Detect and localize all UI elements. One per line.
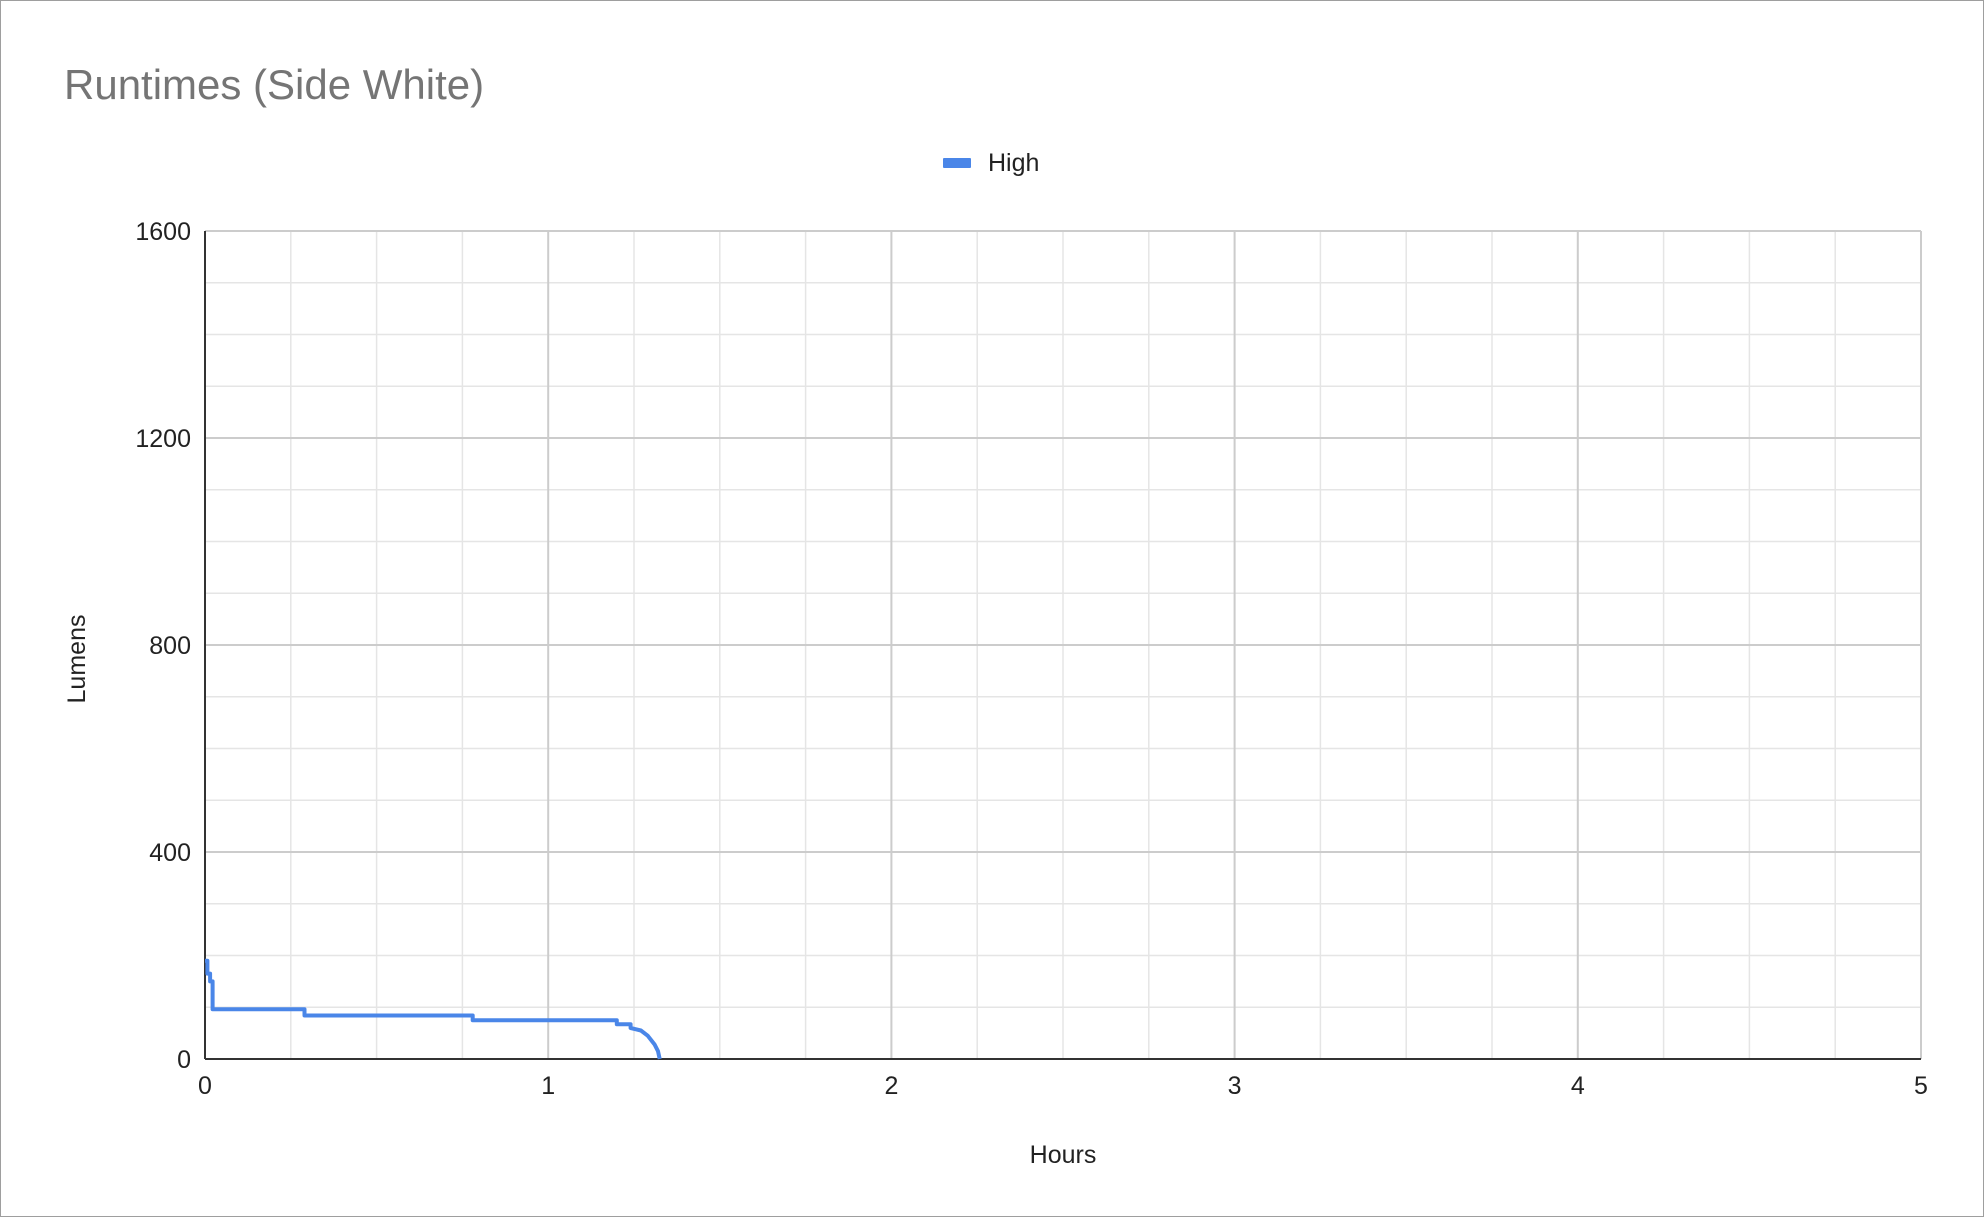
chart-title: Runtimes (Side White): [64, 61, 484, 108]
runtime-chart: Runtimes (Side White) High 0 1 2 3 4 5 0 400 80…: [63, 61, 1928, 1169]
x-tick-labels: 0 1 2 3 4 5: [198, 1072, 1928, 1100]
x-tick-label: 5: [1914, 1072, 1928, 1100]
chart-frame: Runtimes (Side White) High 0 1 2 3 4 5 0 400 80…: [0, 0, 1984, 1217]
y-tick-labels: 0 400 800 1200 1600: [135, 218, 191, 1074]
y-axis-title: Lumens: [63, 615, 91, 704]
x-tick-label: 2: [884, 1072, 898, 1100]
legend[interactable]: High: [943, 149, 1039, 177]
y-tick-label: 1600: [135, 218, 191, 246]
y-tick-label: 0: [177, 1046, 191, 1074]
x-axis-title: Hours: [1030, 1141, 1097, 1169]
y-tick-label: 1200: [135, 425, 191, 453]
y-tick-label: 800: [149, 632, 191, 660]
series-line-high: [205, 958, 662, 1060]
x-tick-label: 0: [198, 1072, 212, 1100]
x-tick-label: 1: [541, 1072, 555, 1100]
legend-label-high: High: [988, 149, 1039, 177]
y-tick-label: 400: [149, 839, 191, 867]
legend-swatch-high: [943, 158, 971, 168]
x-tick-label: 4: [1571, 1072, 1585, 1100]
x-tick-label: 3: [1228, 1072, 1242, 1100]
series-layer: [205, 958, 662, 1060]
